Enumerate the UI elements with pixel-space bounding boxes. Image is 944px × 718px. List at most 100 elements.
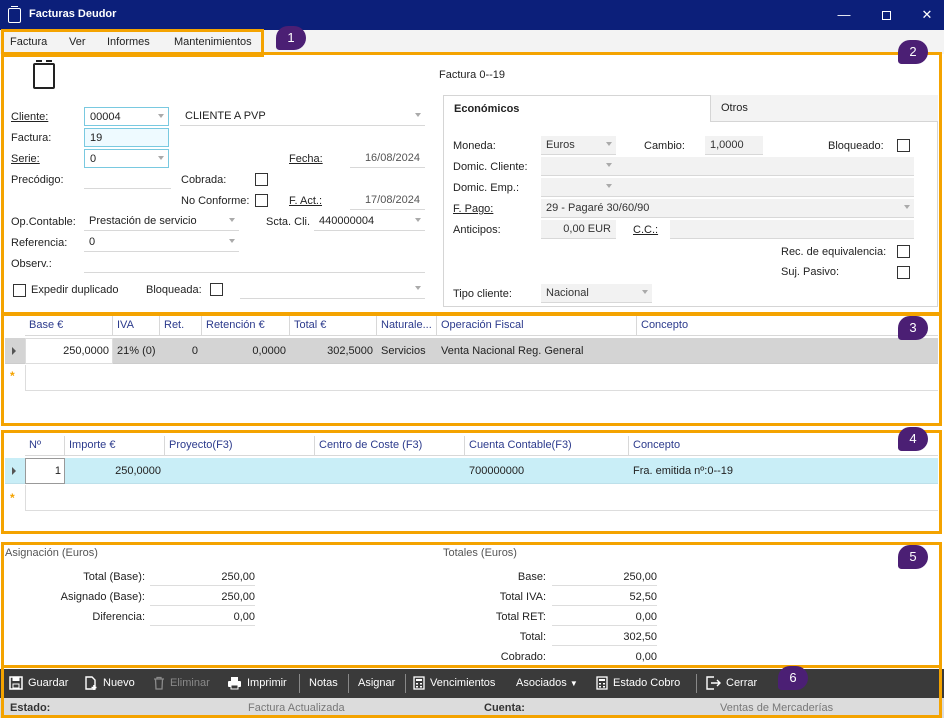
f-act-field[interactable]: 17/08/2024	[350, 191, 425, 210]
estado-cobro-button[interactable]: Estado Cobro	[596, 669, 680, 698]
chevron-down-icon	[158, 156, 164, 160]
column-header[interactable]: Nº	[25, 436, 65, 456]
expedir-duplicado-checkbox[interactable]	[13, 284, 26, 297]
row-selector-icon	[12, 347, 16, 355]
column-header[interactable]: IVA	[113, 316, 160, 336]
cc-label[interactable]: C.C.:	[633, 224, 658, 236]
precodigo-field[interactable]	[84, 170, 171, 189]
fecha-label[interactable]: Fecha:	[289, 153, 323, 165]
scta-cli-field[interactable]: 440000004	[314, 212, 425, 231]
menu-factura[interactable]: Factura	[10, 36, 47, 48]
menu-mantenimientos[interactable]: Mantenimientos	[174, 36, 252, 48]
close-window-button[interactable]: ✕	[913, 5, 941, 25]
cuenta-label: Cuenta:	[484, 702, 525, 714]
vencimientos-button[interactable]: Vencimientos	[413, 669, 495, 698]
cc-field[interactable]	[670, 220, 914, 239]
table-cell[interactable]: Fra. emitida nº:0--19	[629, 458, 938, 484]
bloqueada-label: Bloqueada:	[146, 284, 202, 296]
minimize-button[interactable]: —	[830, 5, 858, 25]
column-header[interactable]: Concepto	[629, 436, 938, 456]
domic-emp-field[interactable]	[616, 178, 914, 197]
imprimir-button[interactable]: Imprimir	[227, 669, 287, 698]
eliminar-button[interactable]: Eliminar	[153, 669, 210, 698]
table-cell[interactable]: 302,5000	[290, 338, 377, 364]
tab-otros[interactable]: Otros	[711, 95, 938, 122]
referencia-field[interactable]: 0	[84, 233, 239, 252]
column-header[interactable]: Ret.	[160, 316, 202, 336]
row-selector-icon	[12, 467, 16, 475]
cliente-label[interactable]: Cliente:	[11, 111, 48, 123]
asociados-dropdown-button[interactable]: Asociados ▼	[516, 669, 578, 698]
tab-economicos[interactable]: Económicos	[443, 95, 711, 122]
op-contable-field[interactable]: Prestación de servicio	[84, 212, 239, 231]
bloqueado-checkbox[interactable]	[897, 139, 910, 152]
cobrada-checkbox[interactable]	[255, 173, 268, 186]
tipo-cliente-field[interactable]: Nacional	[541, 284, 652, 303]
new-row[interactable]	[25, 485, 938, 511]
table-cell[interactable]	[315, 458, 465, 484]
column-header[interactable]: Retención €	[202, 316, 290, 336]
domic-emp-select[interactable]	[541, 178, 616, 197]
table-cell[interactable]	[165, 458, 315, 484]
table-cell[interactable]: 250,0000	[25, 338, 113, 364]
table-row[interactable]: 1 250,0000 700000000 Fra. emitida nº:0--…	[5, 458, 938, 484]
factura-number-field[interactable]: 19	[84, 128, 169, 147]
new-row[interactable]	[25, 365, 938, 391]
column-header[interactable]: Total €	[290, 316, 377, 336]
column-header[interactable]: Base €	[25, 316, 113, 336]
f-pago-field[interactable]: 29 - Pagaré 30/60/90	[541, 199, 914, 218]
domic-cliente-select[interactable]	[541, 157, 616, 176]
column-header[interactable]: Operación Fiscal	[437, 316, 637, 336]
cambio-field[interactable]: 1,0000	[705, 136, 763, 155]
anticipos-field[interactable]: 0,00 EUR	[541, 220, 616, 239]
chevron-down-icon	[229, 239, 235, 243]
new-row-icon[interactable]: *	[10, 369, 15, 383]
moneda-label: Moneda:	[453, 140, 496, 152]
column-header[interactable]: Proyecto(F3)	[165, 436, 315, 456]
serie-field[interactable]: 0	[84, 149, 169, 168]
nuevo-button[interactable]: Nuevo	[84, 669, 135, 698]
table-cell[interactable]: 0	[160, 338, 202, 364]
cliente-code-field[interactable]: 00004	[84, 107, 169, 126]
maximize-button[interactable]	[872, 5, 900, 25]
column-header[interactable]: Importe €	[65, 436, 165, 456]
table-cell[interactable]: 21% (0)	[113, 338, 160, 364]
table-cell[interactable]: 1	[25, 458, 65, 484]
chevron-down-icon	[904, 205, 910, 209]
table-cell[interactable]: 250,0000	[65, 458, 165, 484]
f-act-label[interactable]: F. Act.:	[289, 195, 322, 207]
cerrar-button[interactable]: Cerrar	[706, 669, 757, 698]
column-header[interactable]: Centro de Coste (F3)	[315, 436, 465, 456]
cliente-name-field[interactable]: CLIENTE A PVP	[180, 107, 425, 126]
scta-cli-label: Scta. Cli.	[266, 216, 311, 228]
total-ret-value: 0,00	[552, 611, 657, 626]
new-row-icon[interactable]: *	[10, 491, 15, 505]
table-row[interactable]: 250,0000 21% (0) 0 0,0000 302,5000 Servi…	[5, 338, 938, 364]
menu-ver[interactable]: Ver	[69, 36, 86, 48]
no-conforme-checkbox[interactable]	[255, 194, 268, 207]
table-cell[interactable]: Servicios	[377, 338, 437, 364]
serie-label[interactable]: Serie:	[11, 153, 40, 165]
domic-cliente-field[interactable]	[616, 157, 914, 176]
callout-badge-1: 1	[276, 26, 306, 50]
asignar-button[interactable]: Asignar	[358, 669, 395, 698]
column-header[interactable]: Cuenta Contable(F3)	[465, 436, 629, 456]
f-pago-label[interactable]: F. Pago:	[453, 203, 493, 215]
rec-equivalencia-checkbox[interactable]	[897, 245, 910, 258]
table-cell[interactable]: 0,0000	[202, 338, 290, 364]
table-cell[interactable]: 700000000	[465, 458, 629, 484]
observ-field[interactable]	[84, 254, 425, 273]
fecha-field[interactable]: 16/08/2024	[350, 149, 425, 168]
callout-badge-3: 3	[898, 316, 928, 340]
caret-down-icon: ▼	[569, 679, 578, 688]
table-cell[interactable]: Venta Nacional Reg. General	[437, 338, 637, 364]
suj-pasivo-checkbox[interactable]	[897, 266, 910, 279]
column-header[interactable]: Concepto	[637, 316, 938, 336]
notas-button[interactable]: Notas	[309, 669, 338, 698]
bloqueada-reason-field[interactable]	[240, 280, 425, 299]
column-header[interactable]: Naturale...	[377, 316, 437, 336]
guardar-button[interactable]: Guardar	[9, 669, 68, 698]
moneda-field[interactable]: Euros	[541, 136, 616, 155]
menu-informes[interactable]: Informes	[107, 36, 150, 48]
bloqueada-checkbox[interactable]	[210, 283, 223, 296]
